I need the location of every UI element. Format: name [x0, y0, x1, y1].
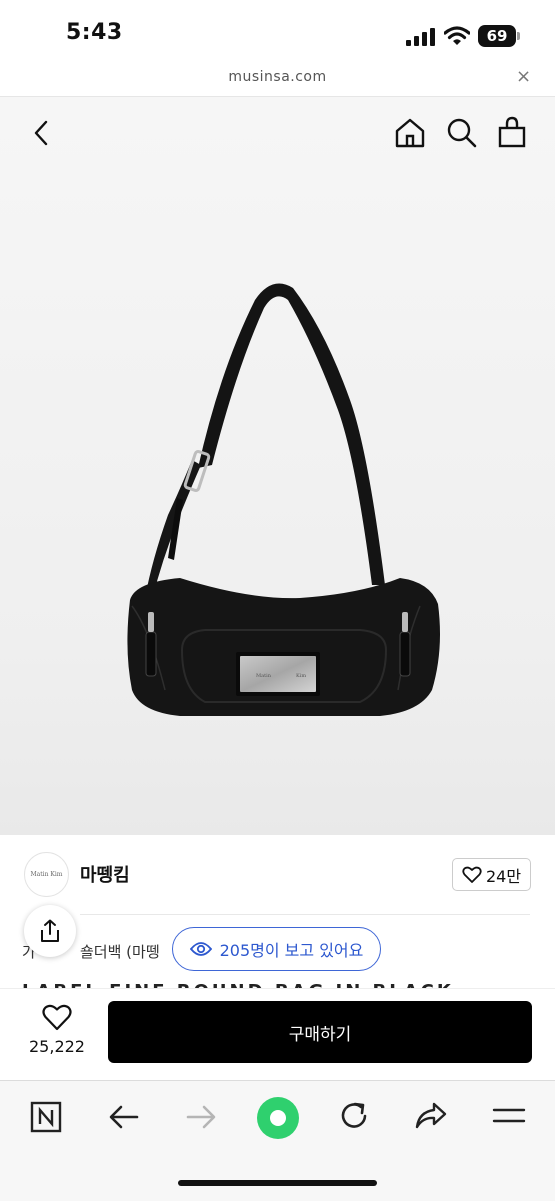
- naver-n-icon[interactable]: [30, 1101, 62, 1133]
- heart-icon: [462, 866, 482, 883]
- category-text[interactable]: 숄더백 (마뗑: [80, 941, 160, 962]
- back-arrow-icon[interactable]: [108, 1103, 140, 1131]
- wishlist-count: 25,222: [29, 1037, 85, 1056]
- back-icon[interactable]: [30, 119, 52, 147]
- home-icon[interactable]: [393, 117, 427, 149]
- product-title: LABEL FINE ROUND BAG IN BLACK: [22, 978, 452, 988]
- buy-button[interactable]: 구매하기: [108, 1001, 532, 1063]
- brand-like-count: 24만: [485, 866, 522, 886]
- brand-logo[interactable]: Matin Kim: [24, 852, 69, 897]
- plate-text-right: Kim: [296, 673, 306, 679]
- status-time: 5:43: [66, 20, 123, 45]
- shopping-bag-icon[interactable]: [497, 116, 527, 149]
- battery-tip: [517, 32, 520, 40]
- cellular-signal-icon: [406, 28, 435, 46]
- wishlist-heart-icon[interactable]: [42, 1004, 72, 1032]
- home-indicator: [178, 1180, 377, 1186]
- search-icon[interactable]: [446, 117, 478, 149]
- share-button[interactable]: [24, 905, 76, 957]
- green-dot-icon[interactable]: [256, 1096, 300, 1140]
- battery-indicator: 69: [478, 25, 516, 47]
- share-icon: [41, 919, 59, 942]
- wifi-icon: [444, 26, 470, 45]
- viewers-badge: 205명이 보고 있어요: [172, 927, 381, 971]
- eye-icon: [189, 942, 212, 956]
- close-icon[interactable]: ×: [516, 66, 531, 87]
- refresh-icon[interactable]: [338, 1100, 370, 1132]
- brand-like-button[interactable]: 24만: [452, 858, 531, 891]
- menu-icon[interactable]: [492, 1105, 526, 1127]
- plate-text-left: Matin: [256, 673, 272, 679]
- product-image[interactable]: Matin Kim: [0, 97, 555, 835]
- viewers-text: 205명이 보고 있어요: [219, 941, 364, 960]
- brand-name[interactable]: 마뗑킴: [80, 861, 130, 887]
- black-shoulder-bag-image: Matin Kim: [127, 283, 440, 716]
- forward-arrow-icon[interactable]: [185, 1103, 217, 1131]
- url-text[interactable]: musinsa.com: [0, 69, 555, 85]
- share-arrow-icon[interactable]: [414, 1100, 448, 1132]
- divider: [80, 914, 530, 915]
